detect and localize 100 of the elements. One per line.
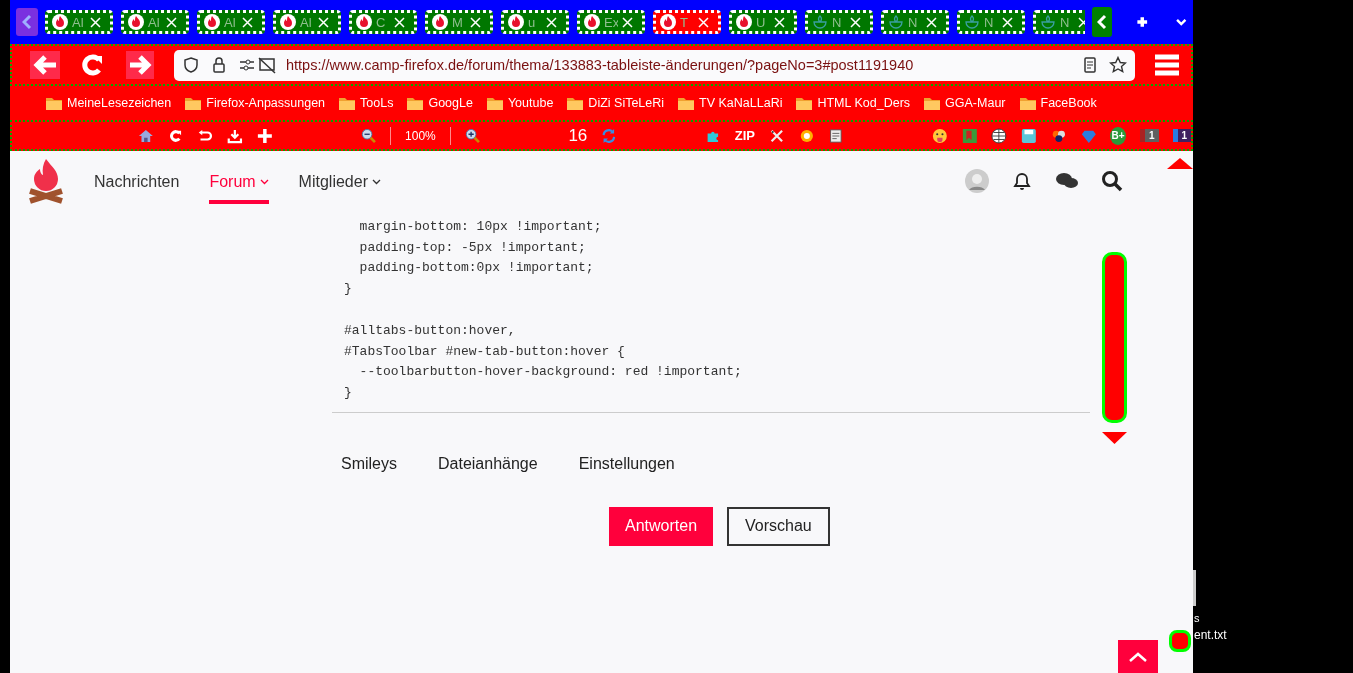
chat-icon[interactable] bbox=[1055, 171, 1079, 191]
bookmark[interactable]: MeineLesezeichen bbox=[46, 96, 172, 110]
count-badge[interactable]: 1 bbox=[1139, 129, 1159, 142]
star-icon[interactable] bbox=[1109, 56, 1127, 74]
scroll-tabs-left-button[interactable] bbox=[16, 8, 38, 36]
smiley-icon[interactable] bbox=[932, 126, 948, 145]
flame-icon bbox=[128, 14, 144, 30]
browser-tab[interactable]: Al bbox=[273, 10, 341, 34]
browser-tab[interactable]: M bbox=[425, 10, 493, 34]
url-field[interactable]: https://www.camp-firefox.de/forum/thema/133883-tableiste-änderungen/?pageNo=3#post1191940 bbox=[174, 49, 1135, 81]
bookmark[interactable]: FaceBook bbox=[1019, 96, 1097, 110]
code-line: padding-bottom:0px !important; bbox=[358, 259, 595, 278]
avatar[interactable] bbox=[965, 169, 989, 193]
folder-icon bbox=[796, 96, 813, 110]
flame-icon bbox=[204, 14, 220, 30]
bookmark[interactable]: GGA-Maur bbox=[924, 96, 1006, 110]
close-icon[interactable] bbox=[318, 16, 329, 28]
browser-tab[interactable]: U bbox=[729, 10, 797, 34]
tab-title: M bbox=[452, 14, 464, 30]
save-icon[interactable] bbox=[1021, 126, 1037, 145]
b-plus-badge[interactable]: B+ bbox=[1110, 126, 1126, 145]
search-icon[interactable] bbox=[1101, 170, 1123, 192]
close-icon[interactable] bbox=[470, 16, 481, 28]
counter: 16 bbox=[568, 125, 588, 146]
file-label: ent.txt bbox=[1194, 628, 1227, 642]
close-icon[interactable] bbox=[698, 16, 709, 28]
code-line: #alltabs-button:hover, bbox=[344, 321, 517, 340]
close-icon[interactable] bbox=[850, 16, 861, 28]
close-icon[interactable] bbox=[926, 16, 937, 28]
close-icon[interactable] bbox=[1002, 16, 1013, 28]
browser-tab[interactable]: Al bbox=[121, 10, 189, 34]
globe-icon[interactable] bbox=[991, 126, 1008, 145]
record-icon[interactable] bbox=[1169, 630, 1191, 652]
count-badge[interactable]: 1 bbox=[1172, 129, 1192, 142]
back-icon[interactable] bbox=[30, 51, 60, 79]
browser-tab[interactable]: N bbox=[881, 10, 949, 34]
close-icon[interactable] bbox=[166, 16, 177, 28]
close-icon[interactable] bbox=[774, 16, 785, 28]
browser-tab[interactable]: N bbox=[1033, 10, 1085, 34]
scrollbar-thumb[interactable] bbox=[1102, 252, 1127, 423]
tab-title: u bbox=[528, 14, 537, 30]
nav-link[interactable]: Nachrichten bbox=[94, 158, 180, 204]
close-icon[interactable] bbox=[90, 16, 101, 28]
zoom-in-icon[interactable] bbox=[464, 126, 481, 145]
preview-button[interactable]: Vorschau bbox=[727, 506, 830, 546]
scroll-down-arrow-icon[interactable] bbox=[1102, 432, 1127, 444]
menu-icon[interactable] bbox=[1155, 53, 1179, 77]
flame-icon bbox=[52, 14, 68, 30]
editor-tab[interactable]: Dateianhänge bbox=[438, 454, 538, 473]
browser-tab[interactable]: Al bbox=[45, 10, 113, 34]
shield-icon[interactable] bbox=[182, 56, 200, 74]
code-line: } bbox=[344, 280, 353, 299]
browser-tab[interactable]: C bbox=[349, 10, 417, 34]
reader-view-icon[interactable] bbox=[1081, 56, 1099, 74]
scroll-tabs-right-button[interactable] bbox=[1092, 7, 1112, 37]
permissions-icon[interactable] bbox=[238, 56, 276, 74]
tab-title: N bbox=[1060, 14, 1071, 30]
browser-tab[interactable]: N bbox=[805, 10, 873, 34]
browser-tab[interactable]: N bbox=[957, 10, 1025, 34]
flame-icon bbox=[736, 14, 752, 30]
browser-tab[interactable]: u bbox=[501, 10, 569, 34]
close-icon[interactable] bbox=[394, 16, 405, 28]
close-icon[interactable] bbox=[622, 16, 633, 28]
nav-link[interactable]: Mitglieder bbox=[298, 158, 381, 204]
tab-title: N bbox=[908, 14, 919, 30]
bookmark[interactable]: HTML Kod_Ders bbox=[796, 96, 911, 110]
zoom-level[interactable]: 100% bbox=[405, 128, 436, 143]
back-to-top-button[interactable] bbox=[1118, 640, 1158, 673]
zip-label[interactable]: ZIP bbox=[734, 128, 755, 143]
bookmark[interactable]: Youtube bbox=[486, 96, 554, 110]
folder-icon bbox=[185, 96, 202, 110]
browser-tab[interactable]: Al bbox=[197, 10, 265, 34]
campfire-logo[interactable] bbox=[28, 157, 64, 205]
tab-title: Al bbox=[148, 14, 161, 30]
bookmark[interactable]: GoogLe bbox=[407, 96, 473, 110]
bookmark[interactable]: Firefox-Anpassungen bbox=[185, 96, 326, 110]
bookmark[interactable]: TooLs bbox=[339, 96, 394, 110]
folder-icon bbox=[1019, 96, 1036, 110]
reply-button[interactable]: Antworten bbox=[609, 506, 714, 546]
tab-title: Al bbox=[224, 14, 237, 30]
folder-icon bbox=[46, 96, 62, 110]
code-line: } bbox=[344, 383, 353, 402]
plus-icon[interactable] bbox=[256, 126, 273, 145]
bookmark[interactable]: DiZi SiTeLeRi bbox=[567, 96, 665, 110]
document-icon[interactable] bbox=[828, 126, 845, 145]
folder-icon bbox=[567, 96, 584, 110]
lock-icon[interactable] bbox=[210, 56, 228, 74]
editor-tab[interactable]: Einstellungen bbox=[578, 454, 675, 473]
code-line: margin-bottom: 10px !important; bbox=[358, 218, 603, 236]
file-label: s bbox=[1194, 612, 1200, 624]
close-icon[interactable] bbox=[546, 16, 557, 28]
close-icon[interactable] bbox=[242, 16, 253, 28]
zoom-out-icon[interactable] bbox=[360, 126, 377, 145]
forward-icon[interactable] bbox=[126, 51, 154, 79]
scroll-up-arrow-icon[interactable] bbox=[1167, 158, 1193, 169]
nav-link[interactable]: Forum bbox=[209, 158, 269, 204]
bookmark[interactable]: TV KaNaLLaRi bbox=[678, 96, 783, 110]
editor-tab[interactable]: Smileys bbox=[341, 454, 397, 473]
notification-bell-icon[interactable] bbox=[1011, 170, 1033, 192]
tab-title: N bbox=[832, 14, 843, 30]
